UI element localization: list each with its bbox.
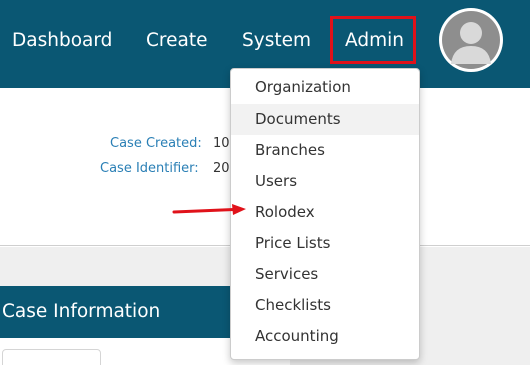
nav-dashboard[interactable]: Dashboard: [12, 29, 112, 53]
menu-item-organization[interactable]: Organization: [231, 72, 419, 103]
user-avatar-icon[interactable]: [439, 8, 503, 72]
case-information-title: Case Information: [2, 301, 161, 322]
menu-item-users[interactable]: Users: [231, 166, 419, 197]
nav-create[interactable]: Create: [146, 29, 207, 53]
menu-item-checklists[interactable]: Checklists: [231, 290, 419, 321]
menu-item-branches[interactable]: Branches: [231, 135, 419, 166]
menu-item-rolodex[interactable]: Rolodex: [231, 197, 419, 228]
case-created-label: Case Created:: [110, 136, 202, 151]
menu-item-documents[interactable]: Documents: [231, 104, 419, 135]
nav-admin[interactable]: Admin: [345, 29, 404, 53]
case-identifier-value: 20: [213, 161, 230, 176]
menu-item-services[interactable]: Services: [231, 259, 419, 290]
red-arrow-icon: [172, 204, 246, 215]
nav-system[interactable]: System: [242, 29, 311, 53]
menu-item-price-lists[interactable]: Price Lists: [231, 228, 419, 259]
case-identifier-label: Case Identifier:: [100, 161, 199, 176]
admin-dropdown-menu: Organization Documents Branches Users Ro…: [230, 68, 420, 360]
case-information-field[interactable]: [2, 349, 101, 365]
menu-item-accounting[interactable]: Accounting: [231, 321, 419, 352]
